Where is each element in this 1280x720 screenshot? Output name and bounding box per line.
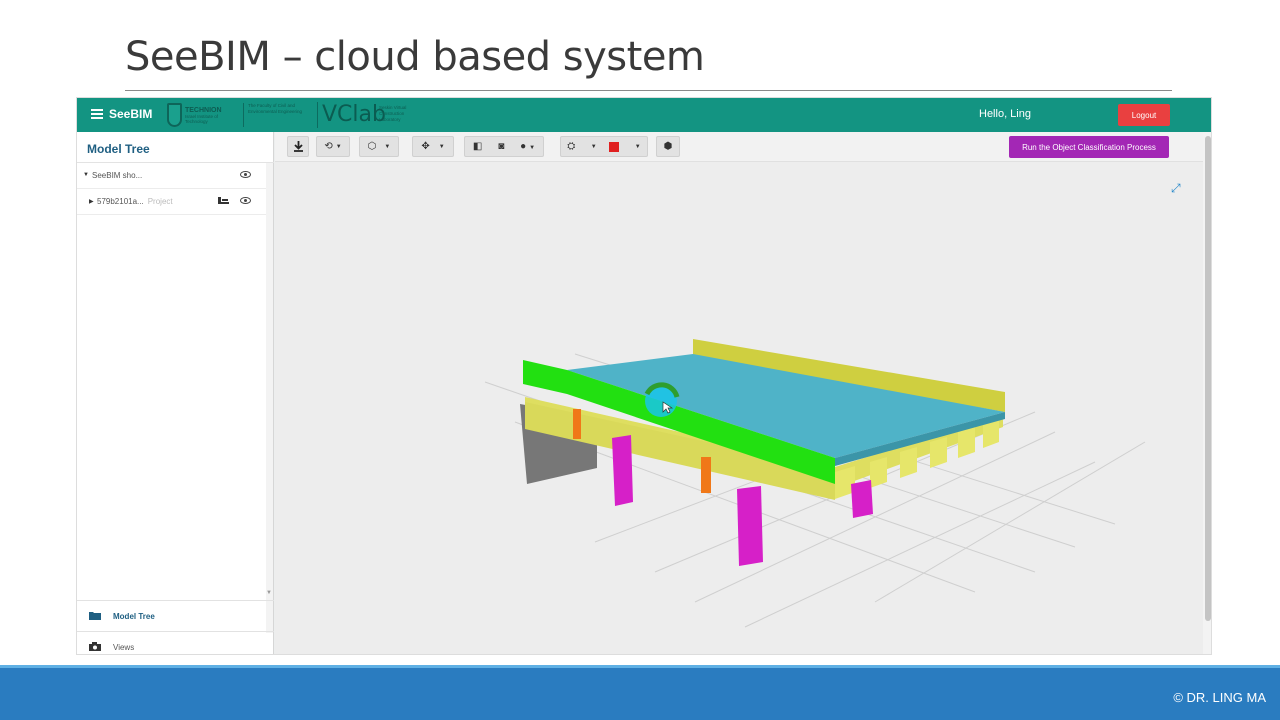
technion-logo-text: TECHNION [184,106,222,114]
technion-logo: TECHNION Israel Institute of Technology [167,101,237,129]
technion-logo-subtext: Israel Institute of Technology [184,113,218,124]
slide-footer: © DR. LING MA [0,665,1280,720]
tab-label: Views [113,643,135,652]
scroll-down-arrow-icon[interactable]: ▼ [266,590,272,596]
bridge-3d-model[interactable] [275,132,1212,655]
logout-button[interactable]: Logout [1118,104,1170,126]
fullscreen-icon[interactable]: ⤢ [1171,182,1183,194]
tab-views[interactable]: Views [77,631,274,654]
orbit-icon: ⟲ [324,141,333,152]
properties-icon[interactable] [218,197,229,206]
app-navbar: SeeBIM TECHNION Israel Institute of Tech… [77,98,1211,132]
object-info-button[interactable]: ⬢ [656,136,680,157]
run-classification-button[interactable]: Run the Object Classification Process [1009,136,1169,158]
color-swatch-icon[interactable] [609,141,620,152]
technion-shield-icon [167,103,182,127]
seebim-app-window: SeeBIM TECHNION Israel Institute of Tech… [76,97,1212,655]
chevron-down-icon: ▼ [384,143,391,150]
folder-icon [89,612,101,620]
tab-model-tree[interactable]: Model Tree [77,600,274,631]
faculty-logo-text: The Faculty of Civil and Environmental E… [243,103,313,127]
tree-node-root[interactable]: ▼ SeeBIM sho... [77,163,266,189]
viewer-scrollbar[interactable] [1203,132,1211,654]
camera-icon [89,642,101,651]
download-icon [293,141,303,152]
chevron-down-icon[interactable]: ▼ [591,144,597,150]
title-divider [125,90,1172,91]
slide-title: SeeBIM – cloud based system [125,34,705,80]
chevron-down-icon[interactable]: ▼ [635,144,641,150]
tree-node-label: 579b2101a... [97,197,144,206]
vclab-logo: VClab [317,102,386,128]
chevron-down-icon: ▼ [335,143,342,150]
cube-view-icon: ⬡ [367,141,377,152]
footer-stripe [0,665,1280,668]
pan-tool-button[interactable]: ✥ ▼ [412,136,454,157]
caret-down-icon[interactable]: ▼ [83,172,89,178]
pan-icon: ✥ [421,141,430,152]
user-greeting: Hello, Ling [979,108,1031,120]
eye-icon[interactable] [240,171,251,178]
bim-3d-viewer[interactable]: ⟲ ▼ ⬡ ▼ ✥ ▼ ◧ ◙ ● ▼ ⛭ ▼ ▼ ⬢ Run the Obje… [275,132,1212,655]
menu-icon[interactable] [91,109,103,119]
viewer-scrollbar-thumb[interactable] [1205,136,1211,621]
viewer-toolbar: ⟲ ▼ ⬡ ▼ ✥ ▼ ◧ ◙ ● ▼ ⛭ ▼ ▼ ⬢ Run the Obje… [275,132,1203,162]
camera-icon[interactable]: ◙ [498,141,504,152]
section-tools-group[interactable]: ◧ ◙ ● ▼ [464,136,544,157]
appearance-tools-group[interactable]: ⛭ ▼ ▼ [560,136,648,157]
view-cube-button[interactable]: ⬡ ▼ [359,136,399,157]
vclab-logo-subtext: Seskin Virtual Construction Laboratory [379,105,407,122]
caret-right-icon[interactable]: ▶ [89,198,94,205]
orbit-tool-button[interactable]: ⟲ ▼ [316,136,350,157]
chevron-down-icon: ▼ [438,143,445,150]
download-button[interactable] [287,136,309,157]
section-icon[interactable]: ◧ [473,141,482,152]
settings-icon[interactable]: ⛭ [567,141,575,152]
app-brand[interactable]: SeeBIM [109,107,152,121]
model-tree-sidebar: Model Tree ▼ SeeBIM sho... ▶ 579b2101a..… [77,132,274,654]
sidebar-scrollbar[interactable] [266,163,273,633]
sidebar-title: Model Tree [87,142,150,156]
object-info-icon: ⬢ [663,141,673,152]
explode-icon[interactable]: ● ▼ [520,141,535,152]
tree-node-label: SeeBIM sho... [92,171,143,180]
tab-label: Model Tree [113,612,155,621]
tree-node-type: Project [147,197,173,206]
presentation-slide: SeeBIM – cloud based system SeeBIM TECHN… [0,0,1280,720]
copyright-text: © DR. LING MA [1173,690,1266,705]
eye-icon[interactable] [240,197,251,204]
tree-node-project[interactable]: ▶ 579b2101a... Project [77,189,266,215]
